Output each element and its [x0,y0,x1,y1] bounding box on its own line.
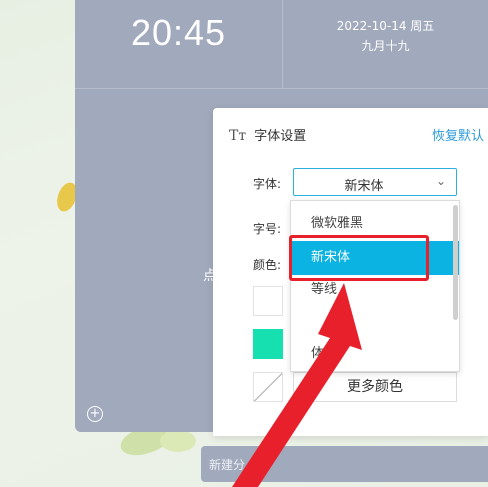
text-format-icon: Tт [229,128,247,144]
new-group-bar[interactable]: 新建分 [201,446,488,482]
new-group-label: 新建分 [209,458,246,472]
font-color-label: 颜色: [253,258,282,272]
lunar-date: 九月十九 [361,39,410,53]
font-option[interactable] [291,305,459,339]
font-select-value: 新宋体 [344,179,384,194]
more-colors-button[interactable]: 更多颜色 [293,372,457,402]
font-dropdown-list: 微软雅黑 新宋体 等线 体 [290,200,460,372]
color-swatch-none[interactable] [253,372,283,402]
font-option[interactable]: 体 [291,337,459,371]
chevron-down-icon: ⌄ [435,174,446,188]
reset-default-link[interactable]: 恢复默认 [432,125,484,144]
font-settings-header: Tт 字体设置 [229,125,306,144]
font-size-label: 字号: [253,222,282,236]
color-swatch-green[interactable] [253,329,283,359]
clock-row: 20:45 2022-10-14 周五 九月十九 [75,0,488,89]
font-family-select[interactable]: 新宋体 ⌄ [293,168,457,196]
dropdown-scrollbar[interactable] [453,205,458,320]
color-swatch-white[interactable] [253,286,283,316]
font-label: 字体: [253,177,282,191]
date-text: 2022-10-14 周五 [336,19,435,33]
highlight-box [289,235,429,281]
clock-date: 2022-10-14 周五 九月十九 [283,16,488,56]
plus-circle-icon[interactable]: + [87,406,103,422]
background-leaf [160,430,196,452]
font-settings-title: 字体设置 [254,129,307,144]
clock-time: 20:45 [130,12,227,53]
